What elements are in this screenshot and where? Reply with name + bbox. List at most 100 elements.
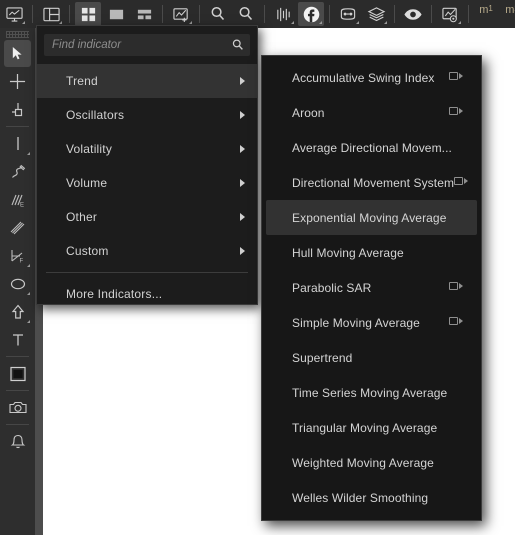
chevron-corner-icon (291, 21, 294, 24)
timeframe-m2[interactable]: m2 (499, 0, 515, 28)
indicator-label: Simple Moving Average (292, 315, 420, 330)
indicator-item-triangular-moving-average[interactable]: Triangular Moving Average (266, 410, 477, 445)
chevron-right-icon (240, 77, 245, 85)
fibonacci-tool[interactable]: F (4, 242, 31, 269)
facebook-icon[interactable] (298, 2, 324, 26)
category-item-oscillators[interactable]: Oscillators (37, 98, 257, 132)
indicator-label: Triangular Moving Average (292, 420, 438, 435)
indicator-label: Welles Wilder Smoothing (292, 490, 429, 505)
eye-visibility-icon[interactable] (400, 2, 426, 26)
layers-icon[interactable] (363, 2, 389, 26)
video-camera-icon[interactable] (454, 177, 470, 188)
indicator-item-welles-wilder-smoothing[interactable]: Welles Wilder Smoothing (266, 480, 477, 515)
toolbar-divider (468, 5, 469, 23)
chevron-right-icon (240, 179, 245, 187)
indicator-item-aroon[interactable]: Aroon (266, 95, 477, 130)
chevron-corner-icon (27, 292, 30, 295)
sidebar-divider (6, 126, 29, 127)
indicator-item-directional-movement-system[interactable]: Directional Movement System (266, 165, 477, 200)
timeframe-base: m (479, 4, 489, 16)
video-camera-icon[interactable] (449, 282, 465, 293)
crosshair-tool[interactable] (4, 68, 31, 95)
zoom-in-icon[interactable] (205, 2, 231, 26)
robot-icon[interactable] (335, 2, 361, 26)
drawing-tools-sidebar: E F (0, 28, 35, 535)
toolbar-divider (69, 5, 70, 23)
indicator-label: Directional Movement System (292, 175, 455, 190)
pen-draw-tool[interactable] (4, 158, 31, 185)
video-camera-icon[interactable] (449, 107, 465, 118)
category-item-volume[interactable]: Volume (37, 166, 257, 200)
category-label: Other (66, 210, 98, 224)
indicator-label: Exponential Moving Average (292, 210, 447, 225)
anchor-node-tool[interactable] (4, 96, 31, 123)
vertical-line-tool[interactable] (4, 130, 31, 157)
indicator-label: Supertrend (292, 350, 353, 365)
timeframe-m1[interactable]: m1 (473, 0, 499, 28)
category-item-custom[interactable]: Custom (37, 234, 257, 268)
indicator-item-weighted-moving-average[interactable]: Weighted Moving Average (266, 445, 477, 480)
category-item-trend[interactable]: Trend (37, 64, 257, 98)
cursor-arrow-tool[interactable] (4, 40, 31, 67)
svg-text:F: F (19, 258, 23, 264)
indicator-item-exponential-moving-average[interactable]: Exponential Moving Average (266, 200, 477, 235)
chevron-corner-icon (356, 21, 359, 24)
video-camera-icon[interactable] (449, 72, 465, 83)
category-list: Trend Oscillators Volatility Volume Othe… (37, 62, 257, 311)
indicator-item-average-directional-movement[interactable]: Average Directional Movem... (266, 130, 477, 165)
chevron-corner-icon (27, 152, 30, 155)
chart-window-icon[interactable] (1, 2, 27, 26)
svg-text:E: E (20, 202, 24, 208)
single-pane-layout-icon[interactable] (103, 2, 129, 26)
trading-platform-window: E F m 1 m Find indicator Trend Oscillato… (0, 0, 515, 535)
parallel-channel-tool[interactable] (4, 214, 31, 241)
more-indicators-item[interactable]: More Indicators... (37, 277, 257, 311)
indicator-item-accumulative-swing-index[interactable]: Accumulative Swing Index (266, 60, 477, 95)
toolbar-divider (264, 5, 265, 23)
indicator-label: Accumulative Swing Index (292, 70, 435, 85)
elliott-wave-tool[interactable]: E (4, 186, 31, 213)
arrow-up-tool[interactable] (4, 298, 31, 325)
indicator-item-hull-moving-average[interactable]: Hull Moving Average (266, 235, 477, 270)
indicator-label: Aroon (292, 105, 325, 120)
indicator-category-menu: Trend Oscillators Volatility Volume Othe… (36, 25, 258, 305)
indicator-item-parabolic-sar[interactable]: Parabolic SAR (266, 270, 477, 305)
category-label: Oscillators (66, 108, 125, 122)
category-label: Volume (66, 176, 108, 190)
category-item-volatility[interactable]: Volatility (37, 132, 257, 166)
alert-bell-tool[interactable] (4, 428, 31, 455)
more-indicators-label: More Indicators... (66, 287, 163, 301)
indicator-label: Hull Moving Average (292, 245, 404, 260)
search-box[interactable] (44, 34, 250, 56)
chevron-right-icon (240, 213, 245, 221)
indicator-item-supertrend[interactable]: Supertrend (266, 340, 477, 375)
video-camera-icon[interactable] (449, 317, 465, 328)
grid-3-layout-icon[interactable] (131, 2, 157, 26)
text-tool[interactable] (4, 326, 31, 353)
chart-settings-icon[interactable] (437, 2, 463, 26)
ellipse-shape-tool[interactable] (4, 270, 31, 297)
add-chart-icon[interactable] (168, 2, 194, 26)
chevron-corner-icon (27, 264, 30, 267)
sidebar-drag-grip[interactable] (6, 31, 29, 38)
indicator-label: Time Series Moving Average (292, 385, 448, 400)
search-icon[interactable] (226, 38, 250, 52)
snapshot-camera-tool[interactable] (4, 394, 31, 421)
category-label: Volatility (66, 142, 113, 156)
chevron-corner-icon (458, 21, 461, 24)
zoom-out-icon[interactable] (233, 2, 259, 26)
color-swatch-tool[interactable] (4, 360, 31, 387)
chevron-corner-icon (59, 21, 62, 24)
indicator-label: Weighted Moving Average (292, 455, 434, 470)
indicator-item-time-series-moving-average[interactable]: Time Series Moving Average (266, 375, 477, 410)
chevron-corner-icon (27, 320, 30, 323)
category-item-other[interactable]: Other (37, 200, 257, 234)
indicators-icon[interactable] (270, 2, 296, 26)
indicator-item-simple-moving-average[interactable]: Simple Moving Average (266, 305, 477, 340)
chevron-corner-icon (319, 21, 322, 24)
split-layout-icon[interactable] (38, 2, 64, 26)
grid-4-layout-icon[interactable] (75, 2, 101, 26)
chevron-corner-icon (384, 21, 387, 24)
search-input[interactable] (44, 39, 226, 51)
toolbar-divider (162, 5, 163, 23)
